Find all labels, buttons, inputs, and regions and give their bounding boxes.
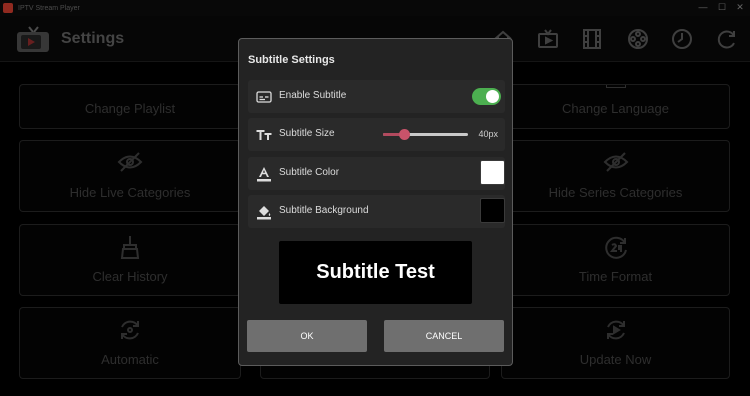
slider-thumb[interactable] (399, 129, 411, 140)
enable-subtitle-row[interactable]: Enable Subtitle (248, 80, 505, 113)
cancel-button[interactable]: CANCEL (384, 320, 504, 352)
subtitles-icon (256, 91, 272, 103)
ok-button[interactable]: OK (247, 320, 367, 352)
fill-bucket-icon (257, 206, 271, 220)
subtitle-background-label: Subtitle Background (279, 205, 369, 216)
toggle-knob (486, 90, 499, 103)
text-size-icon (256, 130, 272, 140)
subtitle-color-row[interactable]: Subtitle Color (248, 157, 505, 190)
subtitle-size-value: 40px (478, 129, 498, 139)
dialog-title: Subtitle Settings (248, 54, 335, 66)
subtitle-preview: Subtitle Test (279, 241, 472, 304)
text-color-icon (257, 167, 271, 182)
subtitle-size-label: Subtitle Size (279, 128, 335, 139)
subtitle-settings-dialog: Subtitle Settings Enable Subtitle Subtit… (238, 38, 513, 366)
subtitle-background-swatch[interactable] (480, 198, 505, 223)
subtitle-size-row: Subtitle Size 40px (248, 118, 505, 151)
subtitle-color-label: Subtitle Color (279, 167, 340, 178)
subtitle-size-slider[interactable] (383, 129, 468, 140)
subtitle-preview-text: Subtitle Test (316, 261, 435, 283)
enable-subtitle-toggle[interactable] (472, 88, 501, 105)
subtitle-color-swatch[interactable] (480, 160, 505, 185)
enable-subtitle-label: Enable Subtitle (279, 90, 347, 101)
subtitle-background-row[interactable]: Subtitle Background (248, 195, 505, 228)
